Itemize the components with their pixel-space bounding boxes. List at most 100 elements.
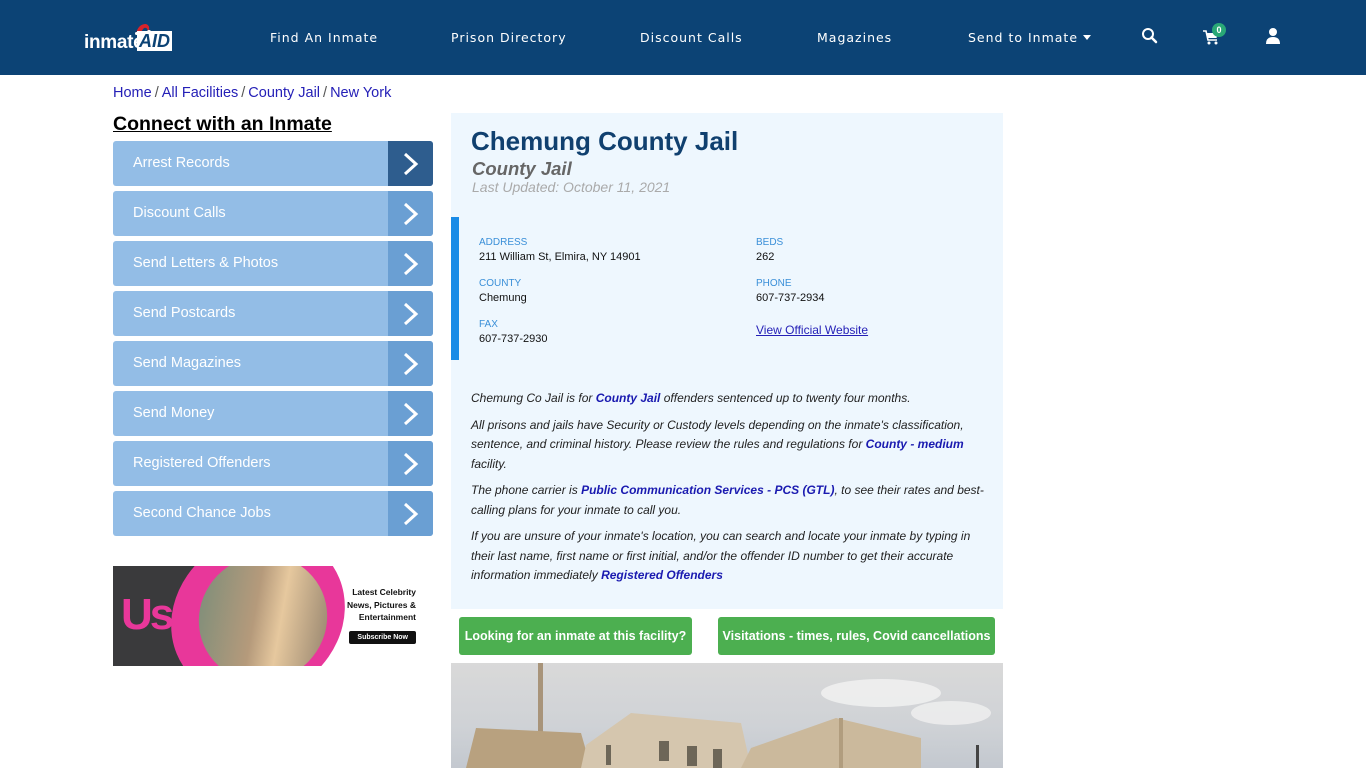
facility-card: Chemung County Jail County Jail Last Upd… [451,113,1003,609]
fax-value: 607-737-2930 [479,333,548,345]
nav-send-to-inmate-label: Send to Inmate [968,30,1079,45]
view-official-website-link[interactable]: View Official Website [756,323,868,337]
fax-field: FAX 607-737-2930 [479,319,548,345]
ad-tagline-line: News, Pictures & [347,599,416,610]
sidebar-menu: Arrest Records Discount Calls Send Lette… [113,141,433,541]
county-medium-link[interactable]: County - medium [866,437,964,451]
chevron-right-icon [403,352,419,376]
address-label: ADDRESS [479,237,528,248]
county-field: COUNTY Chemung [479,278,527,304]
arrow-box [388,391,433,436]
user-icon[interactable] [1264,27,1282,45]
arrow-box [388,491,433,536]
top-navigation-bar: inmate AID Find An Inmate Prison Directo… [0,0,1366,75]
beds-label: BEDS [756,237,784,248]
sidebar-item-send-postcards[interactable]: Send Postcards [113,291,433,336]
phone-carrier-link[interactable]: Public Communication Services - PCS (GTL… [581,483,834,497]
sidebar-item-label: Send Money [133,405,215,421]
ad-subscribe-button[interactable]: Subscribe Now [349,631,416,644]
cart-count-badge: 0 [1212,23,1226,37]
phone-field: PHONE 607-737-2934 [756,278,825,304]
nav-send-to-inmate[interactable]: Send to Inmate [968,30,1092,45]
description-paragraph: If you are unsure of your inmate's locat… [471,527,991,586]
sidebar-item-arrest-records[interactable]: Arrest Records [113,141,433,186]
arrow-box [388,241,433,286]
beds-field: BEDS 262 [756,237,783,263]
county-value: Chemung [479,292,527,304]
sidebar-item-label: Send Postcards [133,305,236,321]
sidebar-title: Connect with an Inmate [113,113,332,135]
breadcrumb-all-facilities[interactable]: All Facilities [162,85,239,101]
phone-label: PHONE [756,278,792,289]
sidebar-item-second-chance-jobs[interactable]: Second Chance Jobs [113,491,433,536]
description-paragraph: All prisons and jails have Security or C… [471,416,991,475]
county-label: COUNTY [479,278,522,289]
sidebar-item-label: Send Letters & Photos [133,255,279,271]
sidebar-item-label: Arrest Records [133,155,230,171]
fax-label: FAX [479,319,498,330]
description-text: The phone carrier is [471,483,582,497]
description-text: facility. [471,456,507,471]
address-value: 211 William St, Elmira, NY 14901 [479,251,641,263]
description-text: offenders sentenced up to twenty four mo… [660,391,911,405]
facility-title: Chemung County Jail [471,126,739,156]
description-paragraph: Chemung Co Jail is for County Jail offen… [471,389,991,409]
chevron-right-icon [403,152,419,176]
chevron-right-icon [403,202,419,226]
caret-down-icon [1083,35,1092,40]
us-weekly-ad-banner[interactable]: Us Latest Celebrity News, Pictures & Ent… [113,566,433,666]
description-text: Chemung Co Jail is for [471,391,596,405]
chevron-right-icon [403,402,419,426]
sidebar-item-label: Discount Calls [133,205,226,221]
breadcrumb-new-york[interactable]: New York [330,85,391,101]
chevron-right-icon [403,502,419,526]
arrow-box [388,341,433,386]
breadcrumb-separator: / [154,85,159,101]
sidebar-item-send-money[interactable]: Send Money [113,391,433,436]
arrow-box [388,141,433,186]
breadcrumb-separator: / [323,85,328,101]
county-jail-link[interactable]: County Jail [596,391,661,405]
logo-text-inmate: inmate [84,32,144,53]
ad-tagline-line: Entertainment [358,612,416,622]
nav-find-an-inmate[interactable]: Find An Inmate [270,30,378,45]
sidebar-item-label: Registered Offenders [133,455,271,471]
website-field: View Official Website [756,321,868,339]
nav-prison-directory[interactable]: Prison Directory [451,30,567,45]
facility-description: Chemung Co Jail is for County Jail offen… [471,389,991,593]
facility-photo [451,663,1003,768]
beds-value: 262 [756,251,775,263]
logo-text-aid: AID [137,31,172,51]
sidebar-item-discount-calls[interactable]: Discount Calls [113,191,433,236]
chevron-right-icon [403,302,419,326]
phone-value: 607-737-2934 [756,292,825,304]
sidebar-item-send-magazines[interactable]: Send Magazines [113,341,433,386]
sidebar-item-send-letters-photos[interactable]: Send Letters & Photos [113,241,433,286]
ad-tagline: Latest Celebrity News, Pictures & Entert… [347,586,416,624]
breadcrumb-home[interactable]: Home [113,85,152,101]
sidebar-item-label: Second Chance Jobs [133,505,271,521]
breadcrumb-county-jail[interactable]: County Jail [248,85,320,101]
find-inmate-at-facility-button[interactable]: Looking for an inmate at this facility? [459,617,692,655]
chevron-right-icon [403,252,419,276]
info-accent-bar [451,217,459,360]
inmateaid-logo[interactable]: inmate AID [84,22,184,56]
ad-brand-logo: Us [121,590,174,639]
sidebar-item-label: Send Magazines [133,355,242,371]
chevron-right-icon [403,452,419,476]
last-updated: Last Updated: October 11, 2021 [472,179,671,195]
registered-offenders-link[interactable]: Registered Offenders [601,568,723,582]
facility-building-illustration [466,663,991,768]
arrow-box [388,291,433,336]
sidebar-item-registered-offenders[interactable]: Registered Offenders [113,441,433,486]
visitations-button[interactable]: Visitations - times, rules, Covid cancel… [718,617,995,655]
arrow-box [388,441,433,486]
facility-type: County Jail [472,158,572,179]
search-icon[interactable] [1141,27,1159,45]
address-field: ADDRESS 211 William St, Elmira, NY 14901 [479,237,641,263]
breadcrumb-separator: / [241,85,246,101]
ad-tagline-line: Latest Celebrity [352,587,416,597]
facility-info-block: ADDRESS 211 William St, Elmira, NY 14901… [451,217,1003,360]
nav-discount-calls[interactable]: Discount Calls [640,30,743,45]
nav-magazines[interactable]: Magazines [817,30,892,45]
